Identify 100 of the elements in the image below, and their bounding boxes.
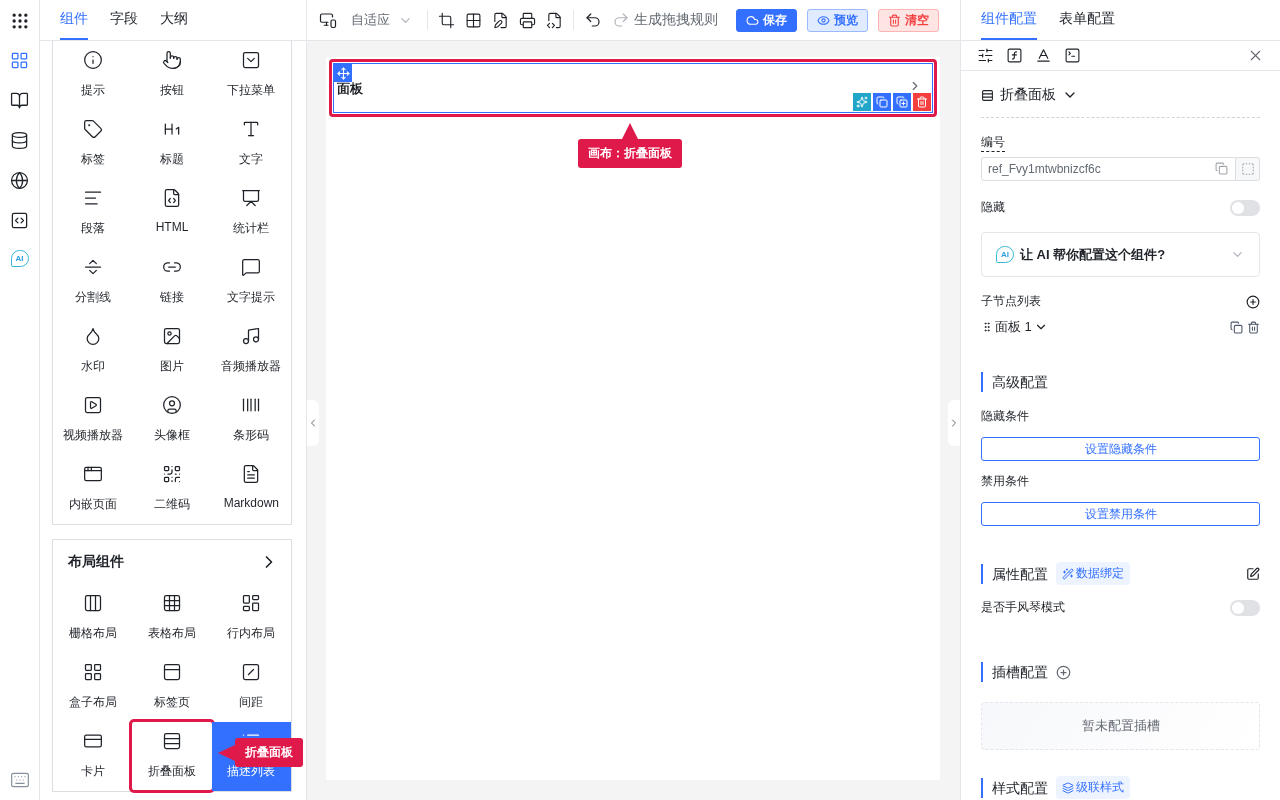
component-tile[interactable]: 盒子布局 xyxy=(53,653,133,722)
columns-icon xyxy=(82,593,103,613)
section-title: 样式配置 xyxy=(981,777,1048,798)
rows-icon xyxy=(981,88,994,102)
grid-icon xyxy=(162,593,182,613)
component-tile[interactable]: HTML xyxy=(132,179,212,248)
trash-icon[interactable] xyxy=(913,93,931,111)
globe-icon[interactable] xyxy=(9,170,30,190)
device-icon[interactable] xyxy=(319,11,337,29)
component-tile[interactable]: 卡片 xyxy=(53,722,133,791)
component-tile[interactable]: 表格布局 xyxy=(132,584,212,653)
component-tile[interactable]: 按钮 xyxy=(132,41,212,110)
preview-button[interactable]: 预览 xyxy=(807,8,868,32)
id-field[interactable]: ref_Fvy1mtwbnizcf6c xyxy=(981,157,1236,181)
cloud-icon xyxy=(746,13,759,27)
child-node-item[interactable]: 面板 1 xyxy=(981,318,1048,336)
component-tile[interactable]: 链接 xyxy=(132,248,212,317)
panel-tab[interactable]: 大纲 xyxy=(160,0,188,40)
component-tile[interactable]: 间距 xyxy=(211,653,291,722)
panel-tab[interactable]: 组件 xyxy=(60,0,88,40)
tab-page-icon xyxy=(162,662,182,682)
component-tile[interactable]: 下拉菜单 xyxy=(211,41,291,110)
component-tile[interactable]: 行内布局 xyxy=(211,584,291,653)
copy-icon[interactable] xyxy=(873,93,891,111)
edit-file-icon[interactable] xyxy=(492,11,509,29)
save-button[interactable]: 保存 xyxy=(736,8,797,32)
field-label: 子节点列表 xyxy=(981,293,1041,310)
field-label: 编号 xyxy=(981,134,1005,152)
component-tile[interactable]: 标签页 xyxy=(132,653,212,722)
board-icon xyxy=(241,188,262,208)
component-tile[interactable]: 内嵌页面 xyxy=(53,455,133,524)
component-tile[interactable]: 标题 xyxy=(132,110,212,179)
font-icon[interactable] xyxy=(1035,47,1052,64)
print-icon[interactable] xyxy=(519,11,536,29)
component-tile[interactable]: 段落 xyxy=(53,179,133,248)
dropdown-icon xyxy=(241,50,262,70)
component-tile[interactable]: 统计栏 xyxy=(211,179,291,248)
copy-plus-icon[interactable] xyxy=(893,93,911,111)
hidden-switch[interactable] xyxy=(1230,199,1260,216)
field-label: 隐藏 xyxy=(981,199,1005,216)
edit-icon[interactable] xyxy=(1246,566,1260,581)
generate-rules-button[interactable]: 生成拖拽规则 xyxy=(634,11,718,29)
trash-icon xyxy=(888,13,901,27)
component-tile[interactable]: 视频播放器 xyxy=(53,386,133,455)
spacing-icon xyxy=(241,662,262,682)
section-title: 布局组件 xyxy=(68,553,124,571)
component-tile[interactable]: 水印 xyxy=(53,317,133,386)
component-tile[interactable]: 文字提示 xyxy=(211,248,291,317)
collapse-panel[interactable]: 面板 xyxy=(329,59,937,117)
field-label: 隐藏条件 xyxy=(981,408,1030,425)
accordion-switch[interactable] xyxy=(1230,599,1260,616)
pointer-icon xyxy=(162,50,182,70)
crop-icon[interactable] xyxy=(438,11,455,29)
function-icon[interactable] xyxy=(1006,47,1023,64)
terminal-icon[interactable] xyxy=(1064,47,1081,64)
move-icon[interactable] xyxy=(334,64,352,82)
panel-tab[interactable]: 表单配置 xyxy=(1059,0,1115,40)
component-tile[interactable]: 头像框 xyxy=(132,386,212,455)
ai-assist-card[interactable]: AI 让 AI 帮你配置这个组件? xyxy=(981,232,1260,277)
component-tile[interactable]: 二维码 xyxy=(132,455,212,524)
book-icon[interactable] xyxy=(9,90,30,110)
code-file-icon[interactable] xyxy=(546,11,563,29)
tag-icon xyxy=(82,119,103,139)
copy-icon[interactable] xyxy=(1230,320,1243,334)
message-icon xyxy=(241,257,262,277)
field-label: 是否手风琴模式 xyxy=(981,599,1065,616)
panel-tab[interactable]: 字段 xyxy=(110,0,138,40)
component-tile[interactable]: 分割线 xyxy=(53,248,133,317)
keyboard-icon[interactable] xyxy=(9,770,30,790)
divider-icon xyxy=(82,257,103,277)
add-icon[interactable] xyxy=(1246,294,1260,309)
component-tile[interactable]: 音频播放器 xyxy=(211,317,291,386)
sliders-icon[interactable] xyxy=(977,47,994,64)
callout-arrow xyxy=(218,742,235,763)
wand-icon xyxy=(1062,567,1074,580)
component-type-select[interactable]: 折叠面板 xyxy=(1000,86,1056,104)
component-tile[interactable]: 提示 xyxy=(53,41,133,110)
device-select[interactable]: 自适应 xyxy=(347,11,417,29)
component-tile[interactable]: 栅格布局 xyxy=(53,584,133,653)
data-binding-tag[interactable]: 数据绑定 xyxy=(1056,562,1130,585)
section-title: 高级配置 xyxy=(981,372,1048,392)
component-tile[interactable]: Markdown xyxy=(211,455,291,524)
empty-slot-box: 暂未配置插槽 xyxy=(981,702,1260,750)
trash-icon[interactable] xyxy=(1247,320,1260,334)
component-tile[interactable]: 图片 xyxy=(132,317,212,386)
component-tile[interactable]: 标签 xyxy=(53,110,133,179)
grid-icon[interactable] xyxy=(465,11,482,29)
drag-handle-icon xyxy=(981,321,993,333)
code-icon[interactable] xyxy=(9,210,30,230)
panel-tab[interactable]: 组件配置 xyxy=(981,0,1037,40)
dashboard-icon xyxy=(241,593,262,613)
section-title: 插槽配置 xyxy=(981,662,1048,682)
condition-button[interactable]: 设置隐藏条件 xyxy=(981,437,1260,461)
condition-button[interactable]: 设置禁用条件 xyxy=(981,502,1260,526)
undo-icon[interactable] xyxy=(584,11,602,29)
component-tile[interactable]: 文字 xyxy=(211,110,291,179)
play-icon xyxy=(82,395,103,415)
component-tile[interactable]: 条形码 xyxy=(211,386,291,455)
database-icon[interactable] xyxy=(9,130,30,150)
cascade-style-tag[interactable]: 级联样式 xyxy=(1056,776,1130,799)
